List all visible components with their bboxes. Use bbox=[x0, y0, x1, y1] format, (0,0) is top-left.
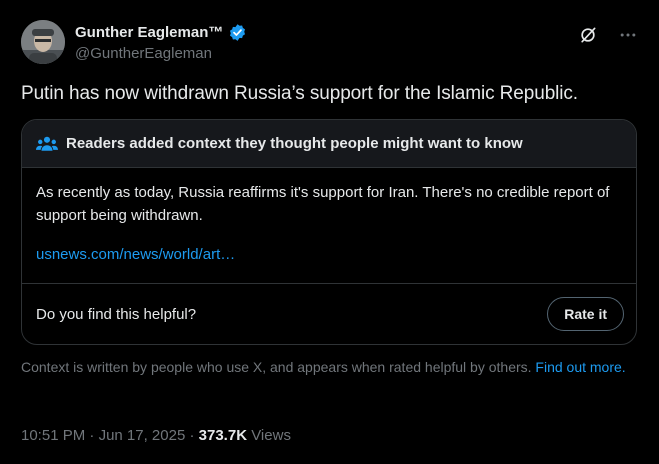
more-icon[interactable] bbox=[618, 25, 638, 45]
context-disclaimer: Context is written by people who use X, … bbox=[21, 358, 631, 376]
meta-separator: · bbox=[185, 427, 199, 444]
grok-icon[interactable] bbox=[578, 25, 598, 45]
community-note-footer: Do you find this helpful? Rate it bbox=[22, 283, 636, 344]
views-label: Views bbox=[247, 427, 291, 444]
verified-badge-icon bbox=[230, 23, 246, 41]
author-name[interactable]: Gunther Eagleman™ bbox=[75, 24, 223, 41]
header-actions bbox=[578, 25, 638, 45]
tweet-date[interactable]: Jun 17, 2025 bbox=[99, 427, 186, 444]
author-block: Gunther Eagleman™ @GuntherEagleman bbox=[75, 23, 247, 62]
community-note-text: As recently as today, Russia reaffirms i… bbox=[36, 184, 610, 224]
tweet-text: Putin has now withdrawn Russia’s support… bbox=[21, 83, 578, 104]
author-handle[interactable]: @GuntherEagleman bbox=[75, 45, 247, 62]
community-note: Readers added context they thought peopl… bbox=[21, 119, 637, 345]
community-note-body: As recently as today, Russia reaffirms i… bbox=[22, 168, 636, 284]
rate-it-button[interactable]: Rate it bbox=[547, 297, 624, 331]
meta-separator: · bbox=[85, 427, 99, 444]
people-icon bbox=[36, 136, 58, 151]
avatar[interactable] bbox=[21, 20, 65, 64]
tweet-time[interactable]: 10:51 PM bbox=[21, 427, 85, 444]
helpful-question: Do you find this helpful? bbox=[36, 305, 197, 323]
community-note-title: Readers added context they thought peopl… bbox=[66, 135, 523, 152]
community-note-link[interactable]: usnews.com/news/world/art… bbox=[36, 246, 622, 263]
views-count: 373.7K bbox=[198, 427, 248, 444]
tweet-meta: 10:51 PM · Jun 17, 2025 · 373.7K Views bbox=[21, 427, 291, 444]
community-note-header: Readers added context they thought peopl… bbox=[22, 120, 636, 168]
find-out-more-link[interactable]: Find out more. bbox=[535, 359, 625, 375]
disclaimer-text: Context is written by people who use X, … bbox=[21, 359, 532, 375]
tweet-header: Gunther Eagleman™ @GuntherEagleman bbox=[21, 20, 638, 64]
